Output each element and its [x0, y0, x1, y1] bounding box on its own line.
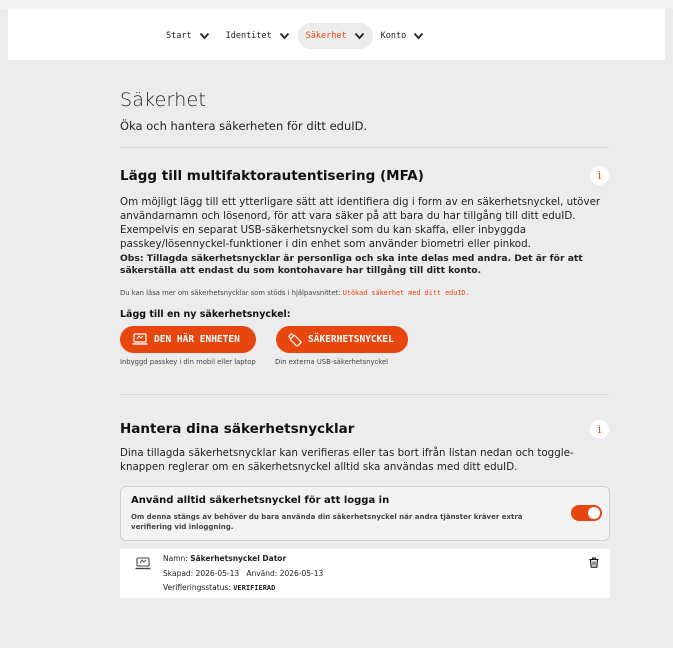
created-label: Skapad:	[163, 569, 196, 578]
status-badge: VERIFIERAD	[233, 584, 276, 592]
main-content: Säkerhet Öka och hantera säkerheten för …	[8, 60, 665, 648]
key-name-label: Namn:	[163, 554, 191, 563]
page-lead: Öka och hantera säkerheten för ditt eduI…	[120, 119, 368, 133]
chevron-down-icon	[414, 32, 424, 40]
used-label: Använd:	[246, 569, 280, 578]
key-caption: Din externa USB-säkerhetsnyckel	[275, 358, 389, 366]
mfa-description: Om möjligt lägg till ett ytterligare sät…	[120, 196, 601, 250]
always-use-key-toggle[interactable]	[571, 505, 602, 521]
chevron-down-icon	[279, 32, 289, 40]
add-security-key-button[interactable]: SÄKERHETSNYCKEL	[276, 326, 408, 353]
help-link[interactable]: Utökad säkerhet med ditt eduID.	[343, 289, 470, 297]
key-name-line: Namn: Säkerhetsnyckel Dator	[163, 554, 286, 563]
key-name: Säkerhetsnyckel Dator	[190, 554, 287, 563]
nav-label: Säkerhet	[305, 31, 347, 41]
main-nav: Start Identitet Säkerhet Konto	[158, 23, 432, 49]
section-divider	[120, 394, 609, 395]
info-icon[interactable]: i	[590, 420, 609, 439]
button-label: SÄKERHETSNYCKEL	[308, 334, 394, 345]
page-title: Säkerhet	[120, 89, 206, 111]
add-key-label: Lägg till en ny säkerhetsnyckel:	[120, 309, 291, 320]
help-prefix: Du kan läsa mer om säkerhetsnycklar som …	[120, 289, 343, 297]
toggle-title: Använd alltid säkerhetsnyckel för att lo…	[131, 495, 390, 506]
always-use-key-card: Använd alltid säkerhetsnyckel för att lo…	[120, 486, 610, 541]
toggle-knob	[588, 507, 600, 519]
top-strip	[0, 0, 673, 9]
device-caption: Inbyggd passkey i din mobil eller laptop	[120, 358, 256, 366]
nav-item-konto[interactable]: Konto	[373, 23, 433, 49]
nav-item-sakerhet[interactable]: Säkerhet	[297, 23, 373, 49]
nav-label: Start	[166, 31, 192, 41]
usb-key-icon	[288, 332, 302, 347]
manage-description: Dina tillagda säkerhetsnycklar kan verif…	[120, 447, 574, 473]
section-divider	[120, 147, 609, 148]
status-label: Verifieringsstatus:	[163, 583, 234, 592]
info-icon[interactable]: i	[590, 166, 609, 185]
nav-label: Identitet	[225, 31, 272, 41]
nav-label: Konto	[380, 31, 407, 41]
trash-icon[interactable]	[589, 557, 599, 568]
button-label: DEN HÄR ENHETEN	[154, 334, 240, 345]
chevron-down-icon	[199, 32, 209, 40]
laptop-icon	[135, 557, 151, 570]
key-dates-line: Skapad: 2026-05-13 Använd: 2026-05-13	[163, 569, 323, 578]
mfa-heading: Lägg till multifaktorautentisering (MFA)	[120, 168, 424, 184]
toggle-description: Om denna stängs av behöver du bara använ…	[131, 513, 523, 531]
nav-item-identitet[interactable]: Identitet	[218, 23, 298, 49]
help-text: Du kan läsa mer om säkerhetsnycklar som …	[120, 289, 470, 297]
top-navigation: Start Identitet Säkerhet Konto	[8, 9, 665, 60]
add-this-device-button[interactable]: DEN HÄR ENHETEN	[120, 326, 256, 353]
security-key-item: Namn: Säkerhetsnyckel Dator Skapad: 2026…	[120, 549, 610, 598]
key-status-line: Verifieringsstatus: VERIFIERAD	[163, 583, 275, 592]
used-date: 2026-05-13	[279, 569, 324, 578]
mfa-note: Obs: Tillagda säkerhetsnycklar är person…	[120, 253, 583, 276]
laptop-icon	[132, 333, 148, 345]
created-date: 2026-05-13	[195, 569, 240, 578]
nav-item-start[interactable]: Start	[158, 23, 218, 49]
chevron-down-icon	[354, 32, 364, 40]
manage-heading: Hantera dina säkerhetsnycklar	[120, 421, 355, 437]
